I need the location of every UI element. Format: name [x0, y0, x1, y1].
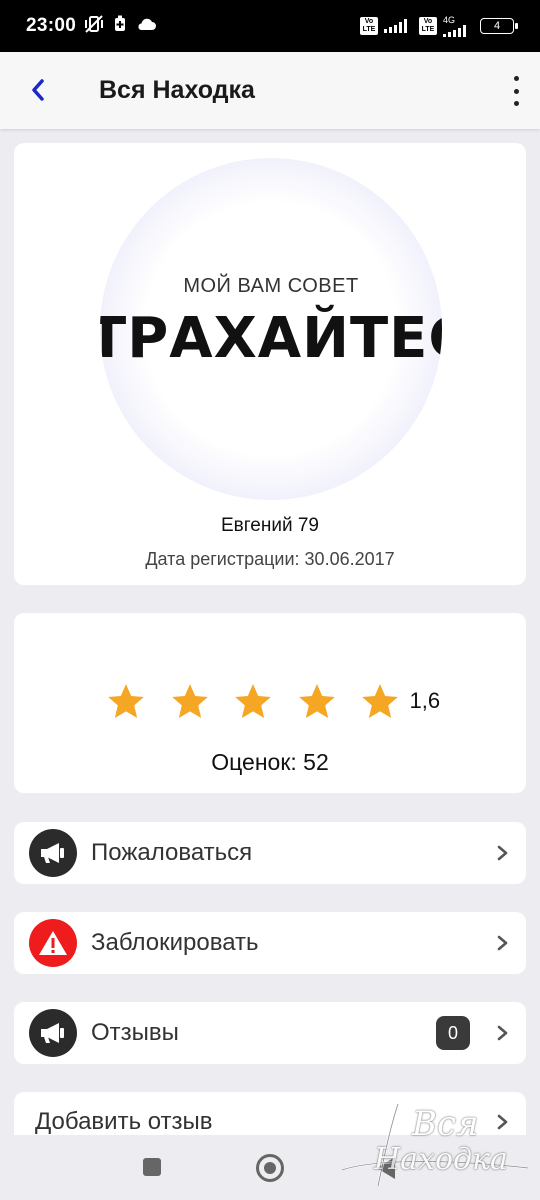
- watermark-line1: Вся: [412, 1104, 479, 1144]
- watermark-logo: Вся Находка: [338, 1098, 534, 1190]
- network-type: 4G: [443, 14, 456, 25]
- watermark-line2: Находка: [374, 1142, 508, 1177]
- cloud-icon: [136, 17, 157, 36]
- avatar[interactable]: МОЙ ВАМ СОВЕТ ТРАХАЙТЕСЬ: [100, 158, 442, 500]
- report-row[interactable]: Пожаловаться: [14, 822, 526, 884]
- status-time: 23:00: [26, 15, 77, 36]
- app-bar: Вся Находка: [0, 52, 540, 129]
- battery-level: 4: [493, 20, 501, 32]
- block-row[interactable]: Заблокировать: [14, 912, 526, 974]
- vibrate-off-icon: [84, 14, 104, 38]
- rating-count: Оценок: 52: [211, 749, 329, 775]
- sim2-volte-badge: Vo LTE: [419, 17, 437, 35]
- home-button[interactable]: [256, 1154, 284, 1182]
- reviews-label: Отзывы: [91, 1019, 179, 1046]
- avatar-caption: МОЙ ВАМ СОВЕТ: [183, 275, 359, 297]
- chevron-right-icon: [496, 931, 510, 955]
- megaphone-icon: [29, 1009, 77, 1057]
- sim1-volte-badge: Vo LTE: [360, 17, 378, 35]
- recents-button[interactable]: [143, 1158, 161, 1176]
- chevron-left-icon: [31, 72, 45, 109]
- registration-date: Дата регистрации: 30.06.2017: [145, 549, 395, 569]
- status-bar: 23:00 Vo LTE Vo LTE 4G 4: [0, 0, 540, 52]
- chevron-right-icon: [496, 1021, 510, 1045]
- sim2-signal-icon: [443, 24, 466, 37]
- chevron-right-icon: [496, 841, 510, 865]
- rating-card: 1,6 Оценок: 52: [14, 613, 526, 793]
- back-button[interactable]: [0, 52, 76, 129]
- reviews-row[interactable]: Отзывы 0: [14, 1002, 526, 1064]
- battery-saver-icon: [114, 15, 126, 37]
- rating-score: 1,6: [409, 688, 441, 713]
- battery-icon: 4: [480, 18, 518, 34]
- star-icon[interactable]: [170, 681, 210, 721]
- avatar-headline: ТРАХАЙТЕСЬ: [100, 306, 442, 371]
- star-icon[interactable]: [360, 681, 400, 721]
- star-icon[interactable]: [106, 681, 146, 721]
- user-name: Евгений 79: [221, 515, 319, 536]
- report-label: Пожаловаться: [91, 839, 253, 866]
- star-icon[interactable]: [233, 681, 273, 721]
- warning-icon: [29, 919, 77, 967]
- rating-stars: 1,6: [106, 681, 440, 721]
- reviews-count-badge: 0: [436, 1016, 470, 1050]
- profile-card: МОЙ ВАМ СОВЕТ ТРАХАЙТЕСЬ Евгений 79 Дата…: [14, 143, 526, 585]
- page-title: Вся Находка: [99, 76, 255, 104]
- more-vertical-icon[interactable]: [506, 76, 526, 106]
- megaphone-icon: [29, 829, 77, 877]
- star-icon[interactable]: [297, 681, 337, 721]
- add-review-label: Добавить отзыв: [35, 1108, 213, 1135]
- block-label: Заблокировать: [91, 929, 259, 956]
- sim1-signal-icon: [384, 19, 407, 33]
